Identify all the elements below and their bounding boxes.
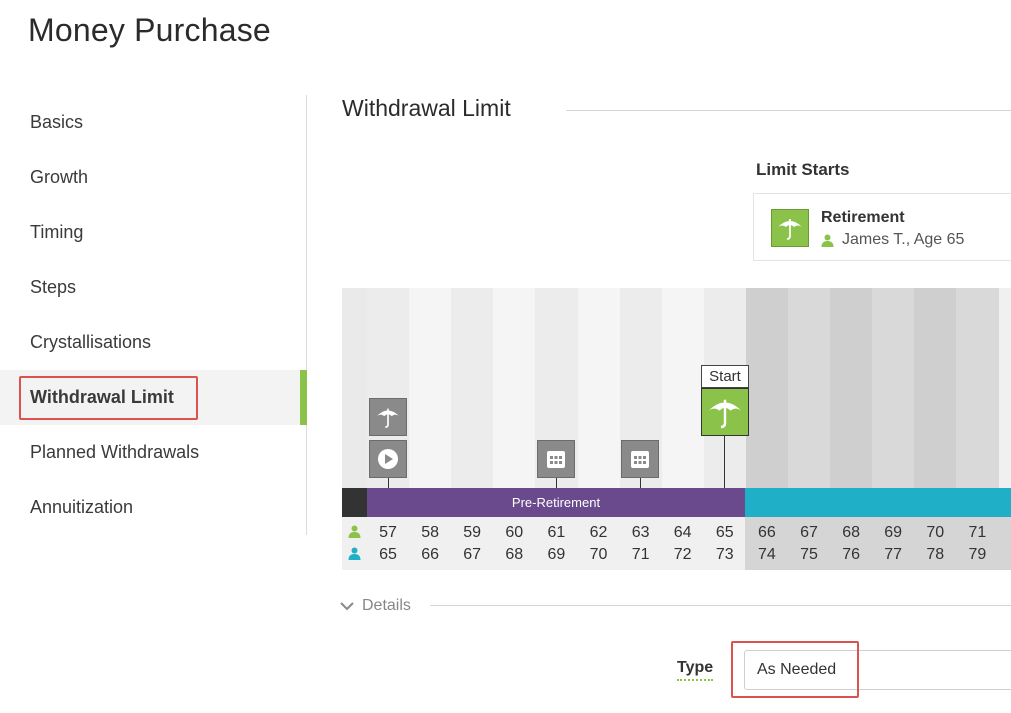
details-label: Details bbox=[362, 597, 411, 614]
limit-person: James T., Age 65 bbox=[821, 231, 964, 249]
age-person1: 62 bbox=[589, 524, 608, 541]
timeline-column bbox=[409, 288, 453, 488]
start-label: Start bbox=[701, 365, 749, 388]
section-title: Withdrawal Limit bbox=[342, 95, 511, 121]
details-toggle[interactable]: Details bbox=[340, 597, 411, 615]
umbrella-icon[interactable] bbox=[701, 388, 749, 436]
age-person1: 60 bbox=[505, 524, 524, 541]
age-person2: 78 bbox=[926, 546, 945, 563]
umbrella-icon bbox=[771, 209, 809, 247]
calendar-icon[interactable] bbox=[537, 440, 575, 478]
age-person1: 70 bbox=[926, 524, 945, 541]
age-person2: 66 bbox=[421, 546, 439, 563]
person-icon bbox=[348, 525, 361, 538]
person-icon bbox=[348, 547, 361, 560]
age-person2: 69 bbox=[547, 546, 566, 563]
timeline-column bbox=[830, 288, 874, 488]
sidebar-item-label: Steps bbox=[30, 277, 77, 297]
sidebar-item-crystallisations[interactable]: Crystallisations bbox=[0, 315, 306, 370]
active-indicator bbox=[300, 370, 307, 425]
timeline-column bbox=[661, 288, 705, 488]
sidebar-item-timing[interactable]: Timing bbox=[0, 205, 306, 260]
age-person2: 75 bbox=[800, 546, 818, 563]
timeline-column bbox=[342, 288, 367, 488]
timeline-column bbox=[577, 288, 621, 488]
phase-bar-start bbox=[342, 488, 367, 517]
highlight-box bbox=[19, 376, 198, 420]
sidebar-item-annuitization[interactable]: Annuitization bbox=[0, 480, 306, 535]
chevron-down-icon bbox=[340, 602, 354, 611]
timeline-column bbox=[745, 288, 789, 488]
age-person1: 66 bbox=[757, 524, 776, 541]
sidebar-item-basics[interactable]: Basics bbox=[0, 95, 306, 150]
sidebar-item-label: Basics bbox=[30, 112, 84, 132]
sidebar-item-label: Crystallisations bbox=[30, 332, 152, 352]
age-person1: 71 bbox=[968, 524, 987, 541]
age-person1: 64 bbox=[673, 524, 692, 541]
umbrella-icon[interactable] bbox=[369, 398, 407, 436]
timeline[interactable]: Start Pre-Retirement 57 65 58 66 59 67 60 68 61 6… bbox=[342, 288, 1011, 570]
age-person1: 58 bbox=[421, 524, 439, 541]
age-person2: 71 bbox=[631, 546, 650, 563]
sidebar-item-growth[interactable]: Growth bbox=[0, 150, 306, 205]
sidebar-item-label: Timing bbox=[30, 222, 84, 242]
age-person2: 70 bbox=[589, 546, 608, 563]
age-person2: 73 bbox=[715, 546, 734, 563]
sidebar-item-label: Planned Withdrawals bbox=[30, 442, 200, 462]
age-person1: 61 bbox=[547, 524, 566, 541]
timeline-column bbox=[914, 288, 958, 488]
age-person2: 77 bbox=[884, 546, 903, 563]
age-person1: 68 bbox=[842, 524, 860, 541]
limit-event-name: Retirement bbox=[821, 209, 905, 226]
age-person1: 57 bbox=[379, 524, 397, 541]
type-label: Type bbox=[677, 659, 714, 681]
age-person1: 65 bbox=[715, 524, 734, 541]
phase-bar-pre-retirement[interactable]: Pre-Retirement bbox=[367, 488, 745, 517]
event-stem bbox=[556, 478, 557, 488]
person-icon bbox=[821, 234, 834, 247]
sidebar: Basics Growth Timing Steps Crystallisati… bbox=[0, 95, 307, 535]
age-person2: 76 bbox=[842, 546, 860, 563]
age-person2: 67 bbox=[463, 546, 482, 563]
play-icon[interactable] bbox=[369, 440, 407, 478]
age-person2: 74 bbox=[757, 546, 776, 563]
age-person1: 69 bbox=[884, 524, 903, 541]
event-stem bbox=[388, 478, 389, 488]
event-stem bbox=[640, 478, 641, 488]
divider bbox=[430, 605, 1011, 606]
age-person2: 79 bbox=[968, 546, 987, 563]
age-person2: 68 bbox=[505, 546, 524, 563]
event-stem bbox=[724, 436, 725, 488]
sidebar-item-planned-withdrawals[interactable]: Planned Withdrawals bbox=[0, 425, 306, 480]
calendar-icon[interactable] bbox=[621, 440, 659, 478]
limit-person-age: James T., Age 65 bbox=[842, 231, 965, 248]
page-title: Money Purchase bbox=[28, 12, 271, 48]
divider bbox=[566, 110, 1011, 111]
sidebar-item-label: Annuitization bbox=[30, 497, 134, 517]
age-person2: 72 bbox=[673, 546, 692, 563]
timeline-column bbox=[956, 288, 1000, 488]
age-person1: 59 bbox=[463, 524, 482, 541]
timeline-column bbox=[493, 288, 537, 488]
timeline-column bbox=[788, 288, 832, 488]
age-person2: 65 bbox=[379, 546, 397, 563]
sidebar-item-steps[interactable]: Steps bbox=[0, 260, 306, 315]
phase-bar-retirement[interactable] bbox=[745, 488, 1011, 517]
highlight-box bbox=[731, 641, 859, 698]
timeline-column bbox=[872, 288, 916, 488]
sidebar-item-label: Growth bbox=[30, 167, 89, 187]
limit-starts-heading: Limit Starts bbox=[756, 160, 850, 179]
age-person1: 67 bbox=[800, 524, 818, 541]
age-person1: 63 bbox=[631, 524, 650, 541]
timeline-column bbox=[451, 288, 495, 488]
limit-starts-card[interactable]: Retirement James T., Age 65 bbox=[753, 193, 1011, 261]
phase-label: Pre-Retirement bbox=[511, 495, 601, 510]
